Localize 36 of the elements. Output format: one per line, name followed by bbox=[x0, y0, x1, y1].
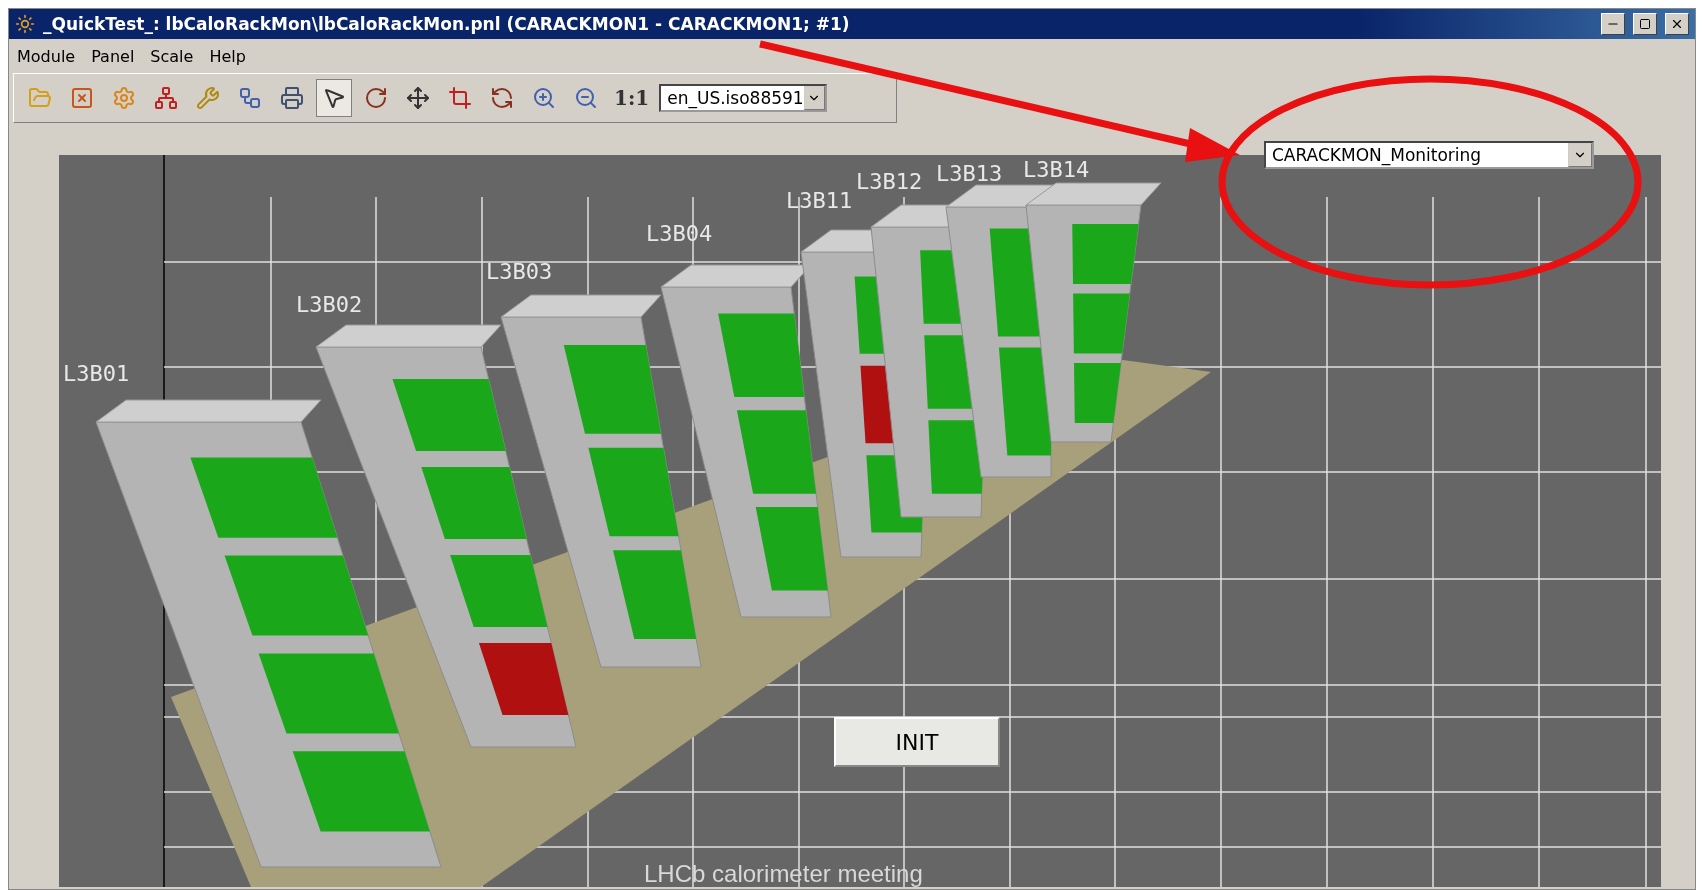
reset-view-icon bbox=[490, 86, 514, 110]
rack-label: L3B14 bbox=[1023, 157, 1090, 182]
menu-item[interactable]: Panel bbox=[91, 46, 135, 66]
crop-icon bbox=[448, 86, 472, 110]
wrench-icon bbox=[196, 86, 220, 110]
zoom-out-icon bbox=[574, 86, 598, 110]
minimize-button[interactable] bbox=[1601, 13, 1625, 35]
window-title: _QuickTest_: lbCaloRackMon\lbCaloRackMon.pnl (CARACKMON1 - CARACKMON1; #1) bbox=[43, 14, 851, 34]
gear-icon bbox=[112, 86, 136, 110]
close-icon bbox=[1670, 17, 1684, 31]
zoom-in-icon bbox=[532, 86, 556, 110]
locale-dropdown[interactable]: en_US.iso88591 bbox=[659, 84, 828, 112]
hierarchy-icon bbox=[238, 86, 262, 110]
menu-item[interactable]: Help bbox=[209, 46, 246, 66]
move-icon bbox=[406, 86, 430, 110]
menu-item[interactable]: Scale bbox=[150, 46, 194, 66]
pointer-icon bbox=[322, 86, 346, 110]
close-button[interactable] bbox=[1665, 13, 1689, 35]
pointer-button[interactable] bbox=[316, 79, 352, 117]
rack-label: L3B01 bbox=[63, 361, 130, 386]
maximize-icon bbox=[1639, 18, 1651, 30]
rack-label: L3B03 bbox=[486, 259, 553, 284]
actual-size-button[interactable]: 1:1 bbox=[610, 79, 654, 117]
rotate-icon bbox=[364, 86, 388, 110]
app-icon bbox=[15, 14, 35, 34]
close-icon bbox=[70, 86, 94, 110]
menu-item[interactable]: Module bbox=[17, 46, 76, 66]
rack-label: L3B02 bbox=[296, 292, 363, 317]
tree-icon bbox=[154, 86, 178, 110]
rack-label: L3B13 bbox=[936, 161, 1003, 186]
folder-icon bbox=[28, 86, 52, 110]
rack-label: L3B12 bbox=[856, 169, 923, 194]
init-button[interactable]: INIT bbox=[834, 717, 1000, 767]
maximize-button[interactable] bbox=[1633, 13, 1657, 35]
printer-icon bbox=[280, 86, 304, 110]
panel-dropdown[interactable]: CARACKMON_Monitoring bbox=[1264, 141, 1594, 169]
